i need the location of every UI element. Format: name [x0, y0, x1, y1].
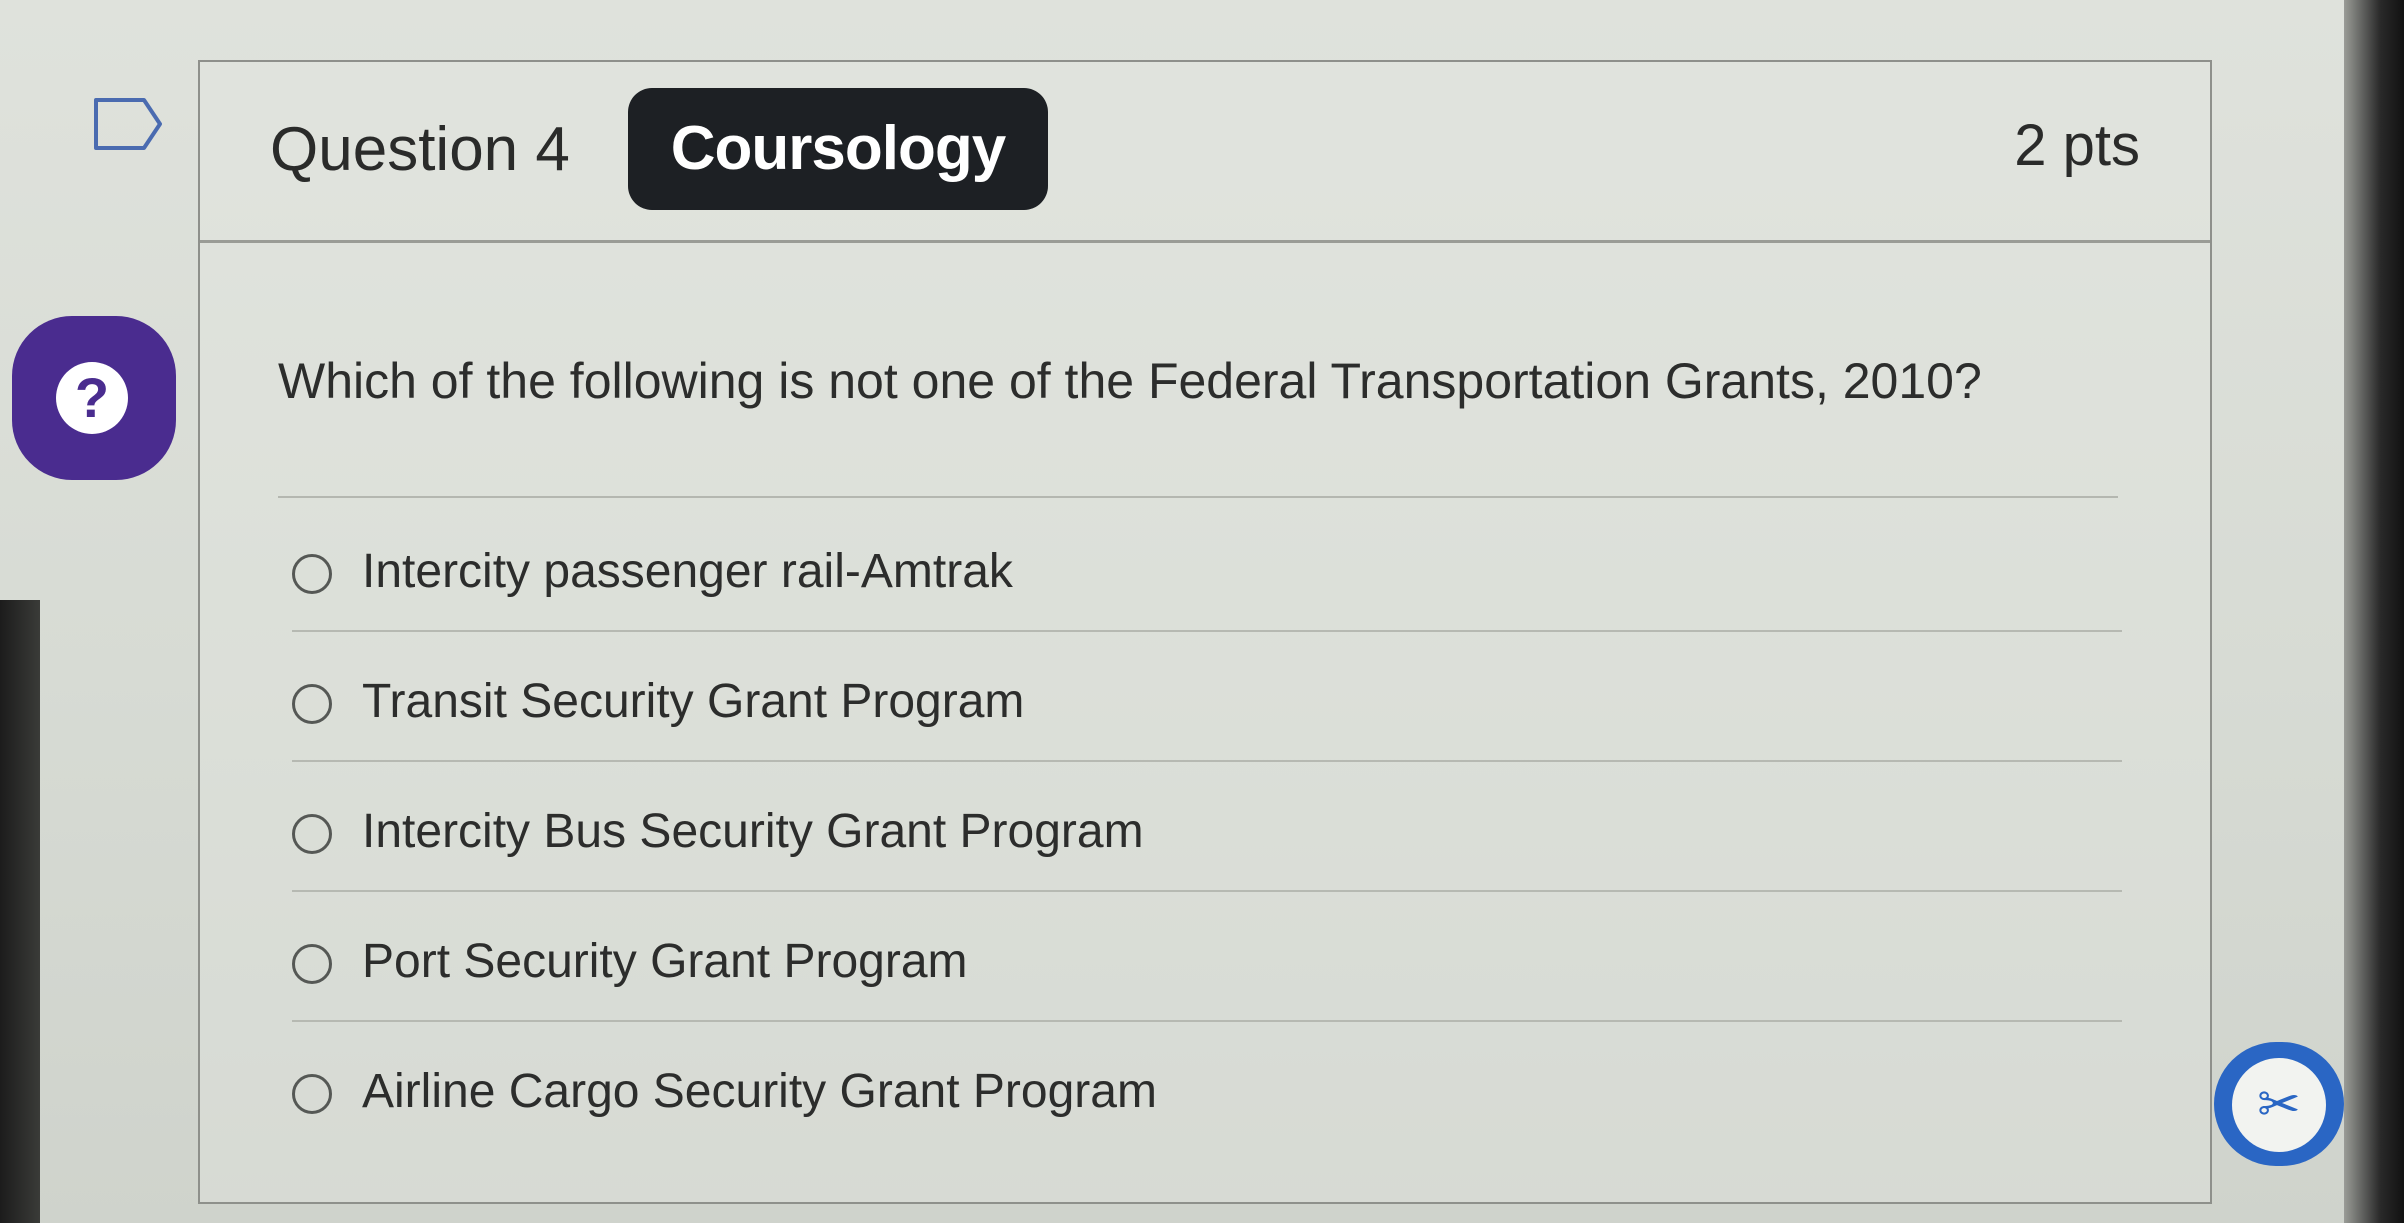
radio-button[interactable]: [292, 814, 332, 854]
question-prompt: Which of the following is not one of the…: [278, 353, 1982, 409]
question-header: Question 4 Coursology 2 pts: [200, 62, 2210, 243]
answer-label[interactable]: Intercity passenger rail-Amtrak: [362, 544, 1013, 599]
answer-list: Intercity passenger rail-Amtrak Transit …: [292, 502, 2122, 1150]
screen-bezel-left: [0, 600, 40, 1223]
answer-option[interactable]: Intercity passenger rail-Amtrak: [292, 502, 2122, 632]
flag-icon[interactable]: [92, 96, 164, 152]
answer-label[interactable]: Transit Security Grant Program: [362, 674, 1024, 729]
screen-bezel-right: [2344, 0, 2404, 1223]
radio-button[interactable]: [292, 1074, 332, 1114]
help-icon[interactable]: ?: [56, 362, 128, 434]
radio-button[interactable]: [292, 554, 332, 594]
question-title: Question 4: [270, 115, 570, 184]
divider: [278, 496, 2118, 498]
answer-label[interactable]: Port Security Grant Program: [362, 934, 968, 989]
answer-option[interactable]: Port Security Grant Program: [292, 892, 2122, 1022]
answer-option[interactable]: Transit Security Grant Program: [292, 632, 2122, 762]
answer-label[interactable]: Airline Cargo Security Grant Program: [362, 1064, 1157, 1119]
radio-button[interactable]: [292, 684, 332, 724]
brand-logo: Coursology: [628, 88, 1048, 210]
radio-button[interactable]: [292, 944, 332, 984]
answer-option[interactable]: Airline Cargo Security Grant Program: [292, 1022, 2122, 1150]
question-card: Question 4 Coursology 2 pts Which of the…: [198, 60, 2212, 1204]
answer-option[interactable]: Intercity Bus Security Grant Program: [292, 762, 2122, 892]
scissors-icon[interactable]: ✂: [2232, 1058, 2326, 1152]
answer-label[interactable]: Intercity Bus Security Grant Program: [362, 804, 1144, 859]
question-points: 2 pts: [2014, 113, 2140, 178]
